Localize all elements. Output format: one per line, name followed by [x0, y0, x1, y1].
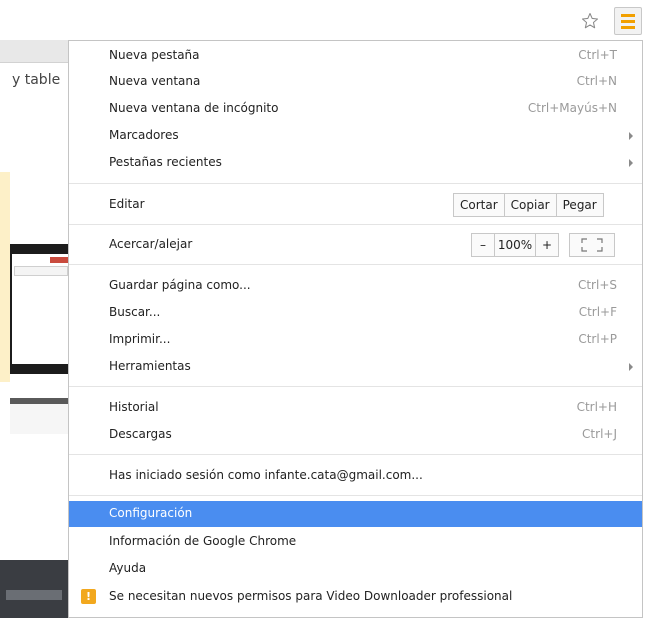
menu-item-label: Descargas: [109, 427, 172, 441]
chrome-main-menu: Nueva pestaña Ctrl+T Nueva ventana Ctrl+…: [68, 40, 643, 618]
menu-item-help[interactable]: Ayuda: [69, 556, 642, 582]
fullscreen-button[interactable]: [569, 233, 615, 257]
menu-item-label: Herramientas: [109, 359, 191, 373]
background-tab-bar: [0, 40, 68, 63]
menu-item-label: Historial: [109, 400, 159, 414]
submenu-arrow-icon: [629, 159, 633, 167]
menu-separator: [69, 386, 642, 387]
menu-item-label: Nueva ventana de incógnito: [109, 101, 279, 115]
menu-separator: [69, 454, 642, 455]
menu-item-label: Imprimir...: [109, 332, 171, 346]
menu-item-label: Nueva ventana: [109, 74, 201, 88]
hamburger-menu-icon: [621, 13, 635, 17]
browser-toolbar: [0, 0, 657, 40]
menu-item-find[interactable]: Buscar... Ctrl+F: [69, 300, 642, 326]
menu-item-print[interactable]: Imprimir... Ctrl+P: [69, 327, 642, 353]
star-icon: [581, 12, 599, 29]
menu-separator: [69, 264, 642, 265]
zoom-out-button[interactable]: –: [472, 234, 495, 256]
submenu-arrow-icon: [629, 132, 633, 140]
menu-item-shortcut: Ctrl+Mayús+N: [527, 101, 617, 115]
menu-item-downloads[interactable]: Descargas Ctrl+J: [69, 422, 642, 448]
submenu-arrow-icon: [629, 363, 633, 371]
background-screenshot: [0, 560, 68, 618]
menu-item-label: Buscar...: [109, 305, 161, 319]
menu-item-new-window[interactable]: Nueva ventana Ctrl+N: [69, 69, 642, 95]
menu-item-label: Guardar página como...: [109, 278, 251, 292]
menu-separator: [69, 495, 642, 496]
zoom-control-group: – 100% +: [471, 233, 559, 257]
menu-separator: [69, 224, 642, 225]
paste-button[interactable]: Pegar: [557, 194, 603, 216]
zoom-level-value: 100%: [495, 234, 536, 256]
menu-item-incognito[interactable]: Nueva ventana de incógnito Ctrl+Mayús+N: [69, 96, 642, 122]
menu-item-shortcut: Ctrl+H: [576, 400, 617, 414]
menu-item-tools[interactable]: Herramientas: [69, 354, 642, 380]
background-page-text: y table: [12, 72, 61, 88]
menu-item-label: Marcadores: [109, 128, 179, 142]
menu-item-save-page[interactable]: Guardar página como... Ctrl+S: [69, 273, 642, 299]
menu-separator: [69, 183, 642, 184]
background-screenshot: [10, 244, 68, 374]
menu-item-label: Configuración: [109, 506, 193, 520]
cut-button[interactable]: Cortar: [454, 194, 505, 216]
menu-item-signed-in[interactable]: Has iniciado sesión como infante.cata@gm…: [69, 463, 642, 489]
menu-item-history[interactable]: Historial Ctrl+H: [69, 395, 642, 421]
bookmark-star-button[interactable]: [578, 9, 602, 33]
menu-item-settings[interactable]: Configuración: [69, 501, 642, 527]
background-highlight-block: [0, 172, 10, 382]
menu-item-about[interactable]: Información de Google Chrome: [69, 529, 642, 555]
menu-item-label: Acercar/alejar: [109, 237, 193, 251]
menu-item-shortcut: Ctrl+S: [577, 278, 617, 292]
menu-item-shortcut: Ctrl+N: [576, 74, 617, 88]
copy-button[interactable]: Copiar: [505, 194, 557, 216]
fullscreen-icon: [581, 238, 603, 252]
menu-item-bookmarks[interactable]: Marcadores: [69, 123, 642, 149]
menu-item-label: Has iniciado sesión como infante.cata@gm…: [109, 468, 423, 482]
menu-item-permissions-warning[interactable]: ! Se necesitan nuevos permisos para Vide…: [69, 584, 642, 610]
menu-item-shortcut: Ctrl+F: [578, 305, 617, 319]
menu-item-label: Se necesitan nuevos permisos para Video …: [109, 589, 513, 603]
menu-item-label: Editar: [109, 197, 145, 211]
background-screenshot: [10, 398, 68, 434]
zoom-in-button[interactable]: +: [536, 234, 558, 256]
menu-item-shortcut: Ctrl+T: [578, 48, 617, 62]
warning-icon: !: [81, 589, 96, 604]
menu-item-shortcut: Ctrl+P: [578, 332, 617, 346]
menu-item-label: Nueva pestaña: [109, 48, 200, 62]
menu-item-label: Información de Google Chrome: [109, 534, 297, 548]
menu-item-shortcut: Ctrl+J: [582, 427, 617, 441]
menu-item-recent-tabs[interactable]: Pestañas recientes: [69, 150, 642, 176]
menu-item-label: Ayuda: [109, 561, 147, 575]
chrome-menu-button[interactable]: [614, 7, 642, 35]
menu-item-new-tab[interactable]: Nueva pestaña Ctrl+T: [69, 43, 642, 69]
menu-item-label: Pestañas recientes: [109, 155, 222, 169]
edit-button-group: Cortar Copiar Pegar: [453, 193, 604, 217]
